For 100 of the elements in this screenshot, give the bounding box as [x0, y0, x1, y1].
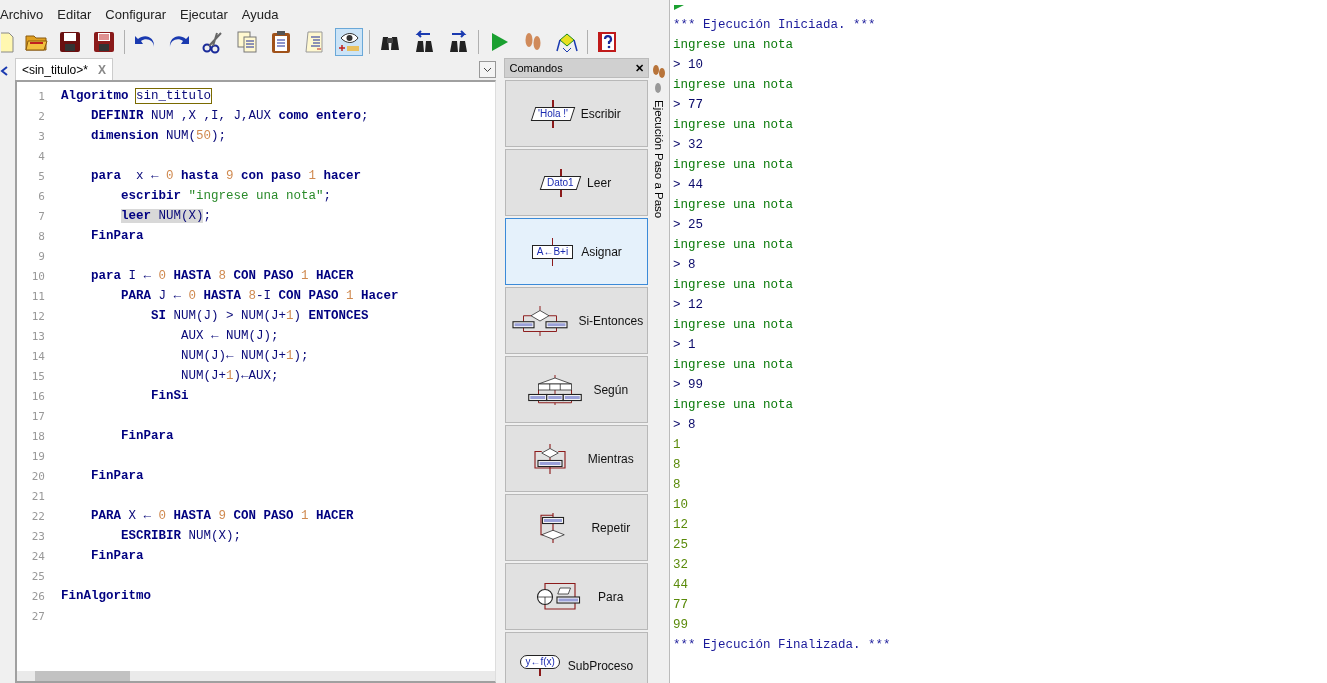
- console-line: > 1: [672, 337, 697, 354]
- console-line: ingrese una nota: [672, 357, 795, 374]
- console-line: > 77: [672, 97, 704, 114]
- command-button[interactable]: Mientras: [505, 425, 649, 492]
- code-line: para I ← 0 HASTA 8 CON PASO 1 HACER: [89, 269, 354, 283]
- console-line: ingrese una nota: [672, 77, 795, 94]
- console-line: > 12: [672, 297, 704, 314]
- code-line: PARA J ← 0 HASTA 8-I CON PASO 1 Hacer: [119, 289, 399, 303]
- console-line: 8: [672, 477, 682, 494]
- console-line: > 44: [672, 177, 704, 194]
- menu-item[interactable]: Archivo: [0, 6, 51, 22]
- play-icon: [674, 5, 684, 10]
- console-line: 77: [672, 597, 689, 614]
- code-line: AUX ← NUM(J);: [179, 329, 279, 343]
- editor-tab[interactable]: <sin_titulo>* X: [14, 58, 113, 80]
- line-number: 20: [30, 469, 46, 483]
- flowchart-block: y←f(x): [520, 655, 560, 669]
- line-number: 1: [37, 89, 46, 103]
- console-line: *** Ejecución Iniciada. ***: [672, 17, 877, 34]
- console-line: ingrese una nota: [672, 117, 795, 134]
- command-button[interactable]: Según: [505, 356, 649, 423]
- console-line: ingrese una nota: [672, 237, 795, 254]
- close-button[interactable]: ✕: [635, 61, 645, 75]
- command-button[interactable]: A←B+i Asignar: [505, 218, 649, 285]
- console-line: 44: [672, 577, 689, 594]
- console-line: ingrese una nota: [672, 317, 795, 334]
- code-line: Algoritmo sin_titulo: [60, 89, 211, 103]
- command-button[interactable]: Para: [505, 563, 649, 630]
- code-line: FinAlgoritmo: [60, 589, 151, 603]
- toolbar-button[interactable]: [335, 28, 363, 56]
- code-line: escribir "ingrese una nota";: [119, 189, 331, 203]
- command-button[interactable]: Repetir: [505, 494, 649, 561]
- console-line: ingrese una nota: [672, 277, 795, 294]
- console-line: ingrese una nota: [672, 197, 795, 214]
- line-number: 6: [37, 189, 46, 203]
- flowchart-block: Dato1: [540, 175, 582, 190]
- console-line: 8: [672, 457, 682, 474]
- command-button[interactable]: y←f(x) SubProceso: [505, 632, 649, 683]
- scrollbar-thumb[interactable]: [34, 671, 130, 681]
- eye-icon: [337, 30, 361, 54]
- side-tab[interactable]: Ejecución Paso a Paso: [653, 100, 666, 219]
- line-number: 22: [30, 509, 46, 523]
- code-line: ESCRIBIR NUM(X);: [119, 529, 241, 543]
- line-number: 21: [30, 489, 46, 503]
- code-line: DEFINIR NUM ,X ,I, J,AUX como entero;: [89, 109, 369, 123]
- console-line: > 8: [672, 417, 697, 434]
- code-line: FinPara: [89, 229, 144, 243]
- line-number: 16: [30, 389, 46, 403]
- code-line: para x ← 0 hasta 9 con paso 1 hacer: [89, 169, 362, 183]
- command-button[interactable]: 'Hola !' Escribir: [505, 80, 649, 147]
- line-number: 25: [30, 569, 46, 583]
- line-number: 5: [37, 169, 46, 183]
- code-line: NUM(J)← NUM(J+1);: [179, 349, 309, 363]
- line-number: 2: [37, 109, 46, 123]
- console-line: ingrese una nota: [672, 397, 795, 414]
- console-line: 25: [672, 537, 689, 554]
- footprints-icon: [652, 64, 667, 96]
- console-line: ingrese una nota: [672, 157, 795, 174]
- decision-flowchart-drawing: [510, 305, 571, 336]
- copy-icon: [235, 30, 259, 54]
- line-number: 27: [30, 609, 46, 623]
- line-number: 15: [30, 369, 46, 383]
- panel-title: Comandos: [509, 62, 563, 74]
- menu-item[interactable]: Configurar: [98, 6, 174, 22]
- new-file-icon: [1, 30, 15, 54]
- menu-item[interactable]: Ayuda: [234, 6, 286, 22]
- line-number: 12: [30, 309, 46, 323]
- code-line: leer NUM(X);: [119, 209, 211, 223]
- code-line: FinPara: [89, 469, 144, 483]
- line-number: 10: [30, 269, 46, 283]
- scissors-icon: [201, 30, 225, 54]
- code-line: dimension NUM(50);: [89, 129, 226, 143]
- command-button[interactable]: Dato1 Leer: [505, 149, 649, 216]
- code-line: NUM(J+1)←AUX;: [179, 369, 279, 383]
- console-line: > 32: [672, 137, 704, 154]
- code-line: FinSi: [149, 389, 189, 403]
- dropdown-icon[interactable]: [479, 61, 497, 78]
- console-line: > 8: [672, 257, 697, 274]
- line-number: 4: [37, 149, 46, 163]
- code-line: PARA X ← 0 HASTA 9 CON PASO 1 HACER: [89, 509, 354, 523]
- line-number: 7: [37, 209, 46, 223]
- close-tab-button[interactable]: X: [97, 62, 106, 77]
- line-number: 3: [37, 129, 46, 143]
- code-line: FinPara: [119, 429, 174, 443]
- menu-item[interactable]: Ejecutar: [173, 6, 235, 22]
- flowchart-block: A←B+i: [531, 244, 574, 259]
- console-line: 99: [672, 617, 689, 634]
- line-number: 9: [37, 249, 46, 263]
- line-number: 18: [30, 429, 46, 443]
- line-number: 17: [30, 409, 46, 423]
- console-line: 10: [672, 497, 689, 514]
- flowchart-block: 'Hola !': [530, 106, 575, 121]
- line-number: 8: [37, 229, 46, 243]
- menu-item[interactable]: Editar: [50, 6, 99, 22]
- console-line: ingrese una nota: [672, 37, 795, 54]
- line-number: 14: [30, 349, 46, 363]
- console-line: > 99: [672, 377, 704, 394]
- line-number: 23: [30, 529, 46, 543]
- console-line: 1: [672, 437, 682, 454]
- command-button[interactable]: Si-Entonces: [505, 287, 649, 354]
